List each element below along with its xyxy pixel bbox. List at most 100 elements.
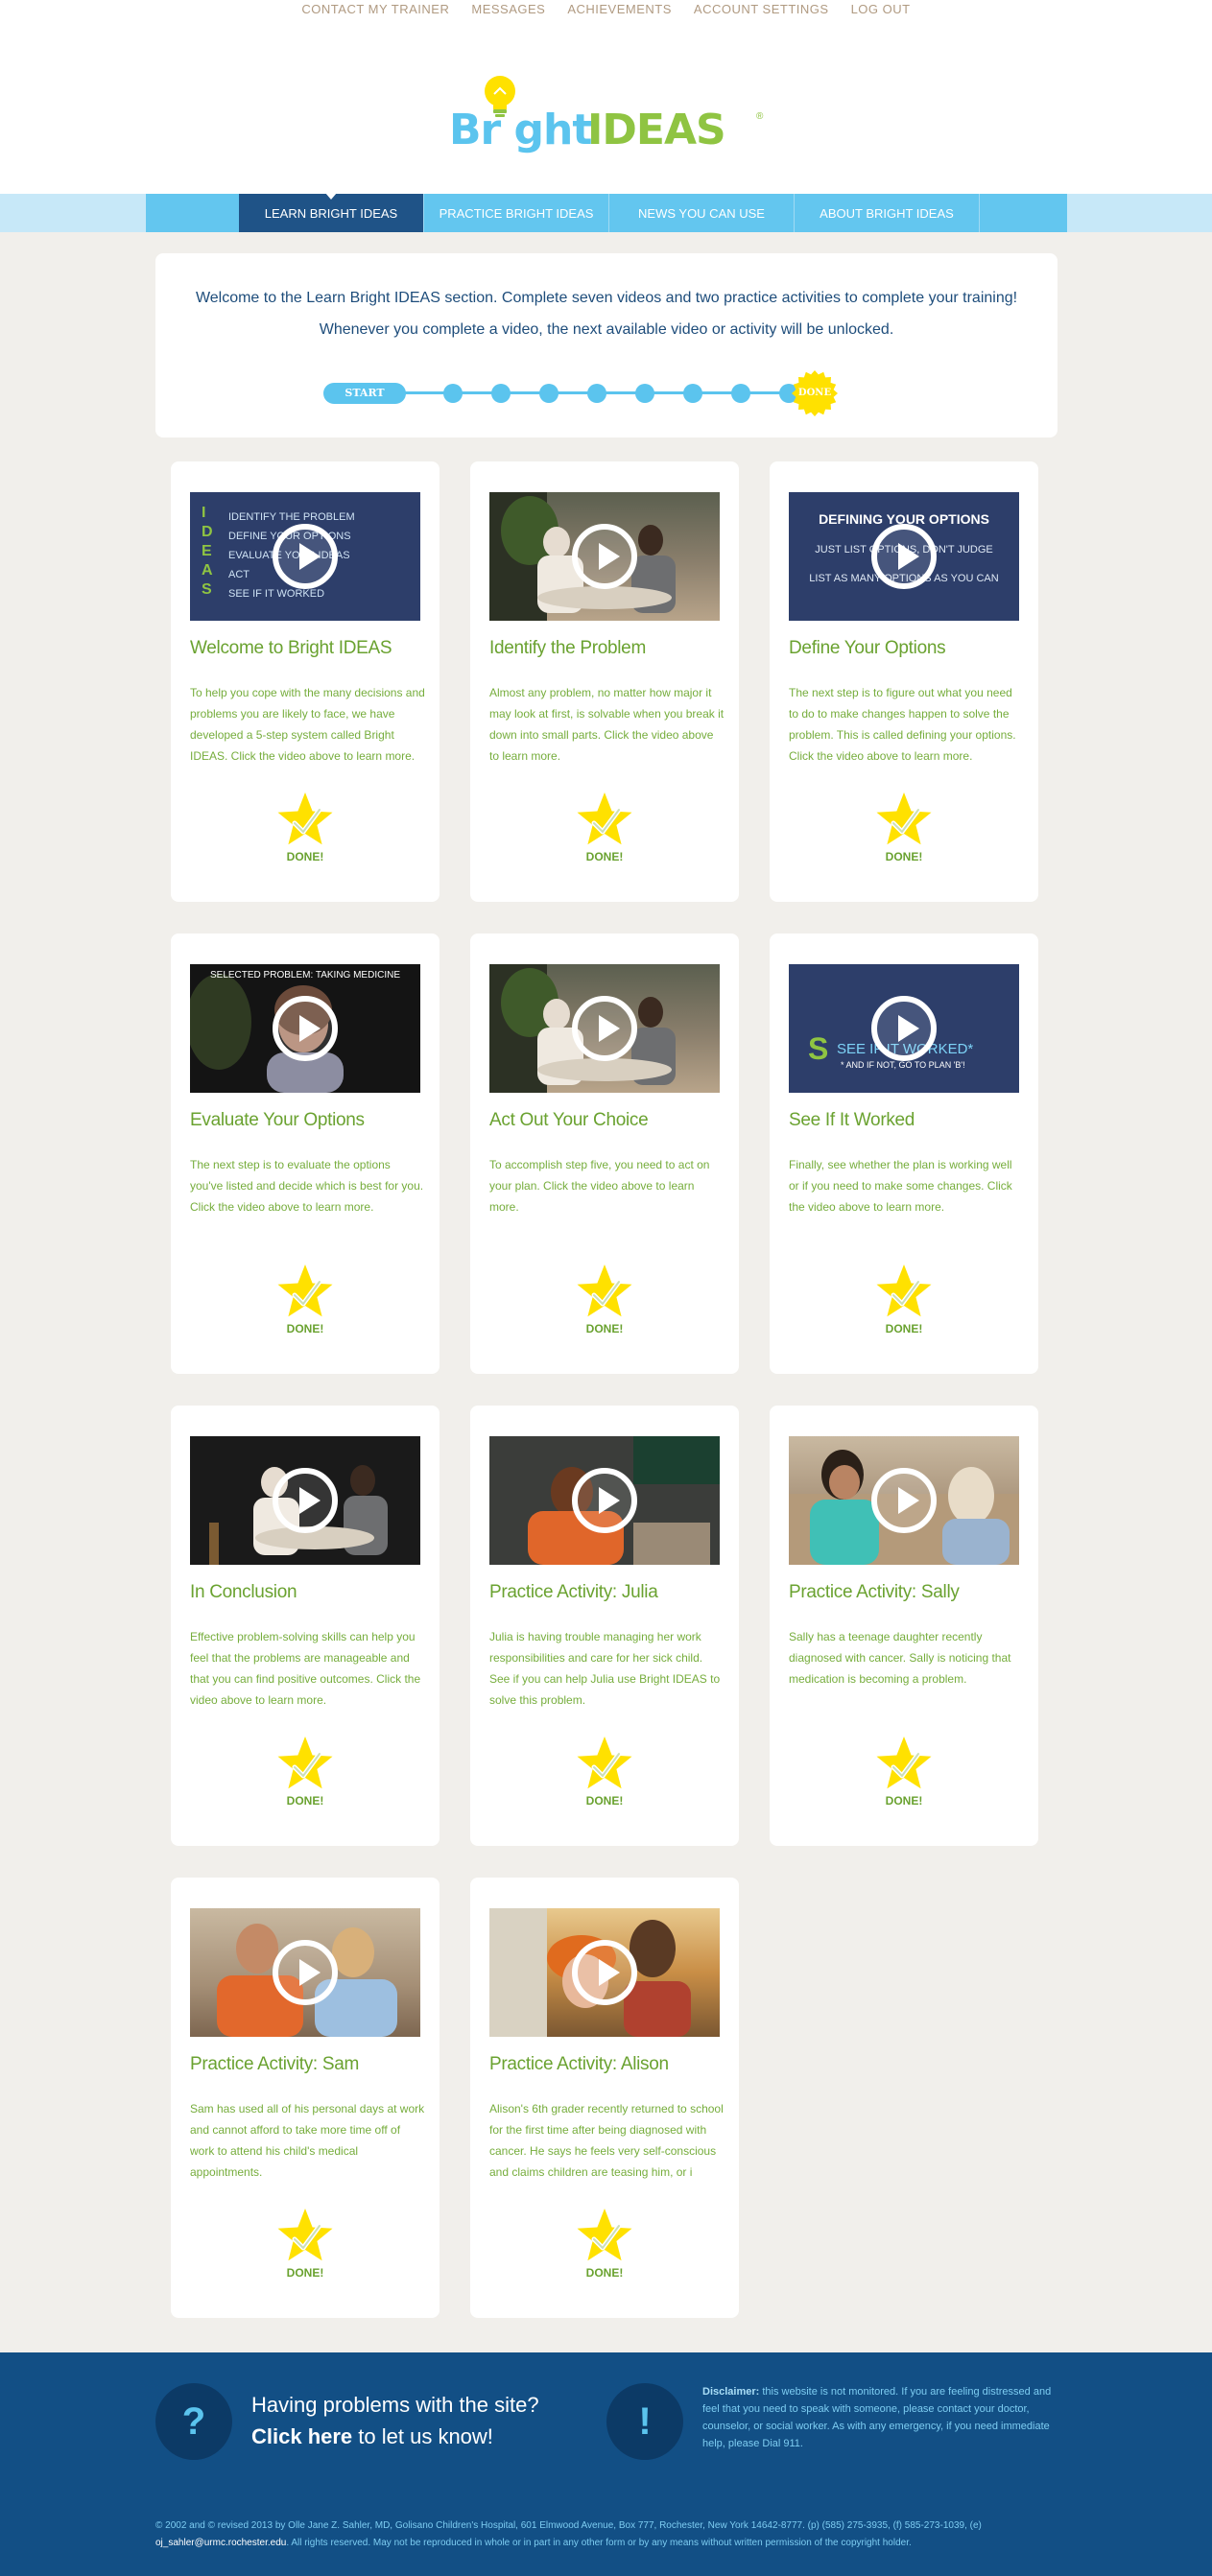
contact-trainer-link[interactable]: CONTACT MY TRAINER xyxy=(301,1,449,18)
video-card-practice-sally: Practice Activity: Sally Sally has a tee… xyxy=(770,1406,1038,1846)
disclaimer: Disclaimer: this website is not monitore… xyxy=(702,2383,1058,2452)
tab-learn-bright-ideas[interactable]: LEARN BRIGHT IDEAS xyxy=(239,193,424,232)
card-title: Practice Activity: Sally xyxy=(789,1582,960,1602)
acrostic-line: IDENTIFY THE PROBLEM xyxy=(228,511,355,523)
main-nav: LEARN BRIGHT IDEAS PRACTICE BRIGHT IDEAS… xyxy=(146,193,1067,232)
video-card-in-conclusion: In Conclusion Effective problem-solving … xyxy=(171,1406,440,1846)
card-title: Practice Activity: Alison xyxy=(489,2054,669,2074)
video-thumbnail[interactable] xyxy=(489,964,720,1093)
card-title: Practice Activity: Julia xyxy=(489,1582,658,1602)
video-card-define-options: DEFINING YOUR OPTIONS JUST LIST OPTIONS,… xyxy=(770,461,1038,902)
star-check-icon xyxy=(577,792,632,845)
thumbnail-letter: S xyxy=(808,1031,829,1066)
done-label: DONE! xyxy=(885,850,923,863)
play-icon[interactable] xyxy=(273,1468,338,1533)
video-thumbnail[interactable] xyxy=(789,1436,1019,1565)
play-icon[interactable] xyxy=(273,996,338,1061)
progress-done-label: DONE xyxy=(797,388,832,398)
card-title: Welcome to Bright IDEAS xyxy=(190,638,392,658)
thumbnail-line: * AND IF NOT, GO TO PLAN 'B'! xyxy=(841,1060,965,1070)
play-icon[interactable] xyxy=(871,524,937,589)
tab-label: LEARN BRIGHT IDEAS xyxy=(264,205,398,221)
done-badge: DONE! xyxy=(870,792,938,869)
card-description: To help you cope with the many decisions… xyxy=(190,686,425,763)
help-line-2: Click here to let us know! xyxy=(251,2421,539,2452)
video-thumbnail[interactable] xyxy=(489,1436,720,1565)
play-icon[interactable] xyxy=(572,996,637,1061)
site-header: CONTACT MY TRAINER MESSAGES ACHIEVEMENTS… xyxy=(0,0,1212,194)
video-thumbnail[interactable] xyxy=(190,1436,420,1565)
done-badge: DONE! xyxy=(870,1737,938,1813)
contact-email-link[interactable]: oj_sahler@urmc.rochester.edu xyxy=(155,2538,286,2548)
logo-trademark: ® xyxy=(756,111,764,122)
intro-card: Welcome to the Learn Bright IDEAS sectio… xyxy=(155,253,1058,437)
done-label: DONE! xyxy=(585,2266,624,2280)
card-description: Finally, see whether the plan is working… xyxy=(789,1158,1012,1214)
done-label: DONE! xyxy=(885,1322,923,1335)
acrostic-letter: A xyxy=(202,562,213,579)
progress-start-pill: START xyxy=(323,383,406,404)
acrostic-line: SEE IF IT WORKED xyxy=(228,588,325,600)
top-menu: CONTACT MY TRAINER MESSAGES ACHIEVEMENTS… xyxy=(0,1,1212,18)
card-title: Practice Activity: Sam xyxy=(190,2054,360,2074)
card-description: Sally has a teenage daughter recently di… xyxy=(789,1630,1011,1686)
card-description: Julia is having trouble managing her wor… xyxy=(489,1630,721,1707)
question-mark-icon[interactable]: ? xyxy=(155,2383,232,2460)
card-description: Sam has used all of his personal days at… xyxy=(190,2102,425,2179)
log-out-link[interactable]: LOG OUT xyxy=(851,1,911,18)
play-icon[interactable] xyxy=(273,1940,338,2005)
logo-bright-text: Br ght xyxy=(449,106,592,154)
progress-step-dot xyxy=(683,384,702,403)
video-card-evaluate-options: SELECTED PROBLEM: TAKING MEDICINE Evalua… xyxy=(171,934,440,1374)
achievements-link[interactable]: ACHIEVEMENTS xyxy=(567,1,672,18)
done-badge: DONE! xyxy=(571,1737,638,1813)
card-title: Identify the Problem xyxy=(489,638,646,658)
play-icon[interactable] xyxy=(871,1468,937,1533)
click-here-link[interactable]: Click here xyxy=(251,2424,352,2448)
video-card-practice-julia: Practice Activity: Julia Julia is having… xyxy=(470,1406,739,1846)
done-badge: DONE! xyxy=(571,2209,638,2285)
star-check-icon xyxy=(876,1737,932,1789)
tab-news-you-can-use[interactable]: NEWS YOU CAN USE xyxy=(609,194,795,232)
exclamation-icon: ! xyxy=(606,2383,683,2460)
progress-step-dot xyxy=(731,384,750,403)
video-thumbnail[interactable] xyxy=(489,492,720,621)
video-card-act-out-choice: Act Out Your Choice To accomplish step f… xyxy=(470,934,739,1374)
video-thumbnail[interactable]: DEFINING YOUR OPTIONS JUST LIST OPTIONS,… xyxy=(789,492,1019,621)
bright-ideas-logo[interactable]: Br ght IDEAS ® xyxy=(449,71,766,167)
star-check-icon xyxy=(277,1737,333,1789)
tab-label: ABOUT BRIGHT IDEAS xyxy=(820,205,954,221)
done-label: DONE! xyxy=(585,1322,624,1335)
account-settings-link[interactable]: ACCOUNT SETTINGS xyxy=(694,1,829,18)
done-label: DONE! xyxy=(585,1794,624,1808)
messages-link[interactable]: MESSAGES xyxy=(471,1,545,18)
video-card-practice-sam: Practice Activity: Sam Sam has used all … xyxy=(171,1878,440,2318)
copyright-tail: . All rights reserved. May not be reprod… xyxy=(286,2538,912,2548)
done-label: DONE! xyxy=(286,2266,324,2280)
video-thumbnail[interactable]: I D E A S IDENTIFY THE PROBLEM DEFINE YO… xyxy=(190,492,420,621)
play-icon[interactable] xyxy=(871,996,937,1061)
play-icon[interactable] xyxy=(273,524,338,589)
star-check-icon xyxy=(277,2209,333,2261)
card-title: Act Out Your Choice xyxy=(489,1110,649,1130)
star-check-icon xyxy=(577,1264,632,1317)
card-description: Almost any problem, no matter how major … xyxy=(489,686,725,763)
done-label: DONE! xyxy=(286,1322,324,1335)
video-thumbnail[interactable]: SELECTED PROBLEM: TAKING MEDICINE xyxy=(190,964,420,1093)
card-title: Evaluate Your Options xyxy=(190,1110,365,1130)
video-thumbnail[interactable] xyxy=(489,1908,720,2037)
tab-label: NEWS YOU CAN USE xyxy=(638,205,765,221)
copyright: © 2002 and © revised 2013 by Olle Jane Z… xyxy=(155,2517,1058,2552)
video-thumbnail[interactable]: S SEE IF IT WORKED* * AND IF NOT, GO TO … xyxy=(789,964,1019,1093)
done-badge: DONE! xyxy=(272,792,339,869)
card-title: In Conclusion xyxy=(190,1582,297,1602)
acrostic-letter: E xyxy=(202,543,212,559)
play-icon[interactable] xyxy=(572,1940,637,2005)
tab-about-bright-ideas[interactable]: ABOUT BRIGHT IDEAS xyxy=(795,194,980,232)
play-icon[interactable] xyxy=(572,1468,637,1533)
video-thumbnail[interactable] xyxy=(190,1908,420,2037)
star-check-icon xyxy=(577,2209,632,2261)
tab-practice-bright-ideas[interactable]: PRACTICE BRIGHT IDEAS xyxy=(424,194,609,232)
play-icon[interactable] xyxy=(572,524,637,589)
help-line: Having problems with the site? xyxy=(251,2393,539,2417)
